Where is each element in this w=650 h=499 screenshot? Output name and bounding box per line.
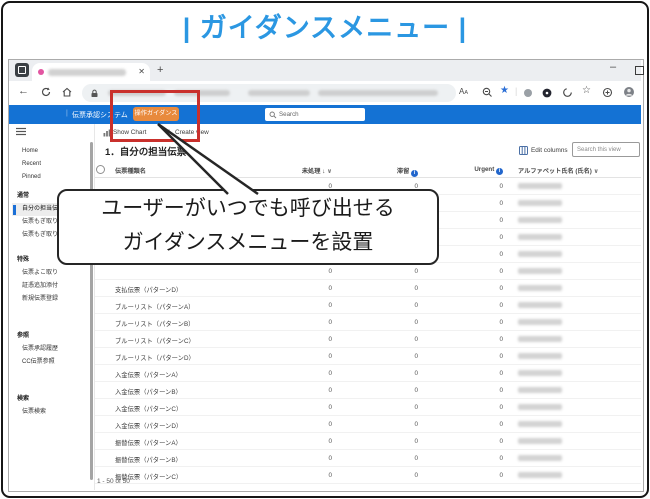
table-row[interactable]: 入金伝票（パターンC） 0 0 0 bbox=[95, 399, 641, 416]
navbar-separator: | bbox=[66, 110, 68, 117]
sidebar-item[interactable]: 新規伝票登録 bbox=[12, 293, 90, 306]
url-blurred bbox=[318, 90, 438, 96]
sidebar-item[interactable]: 参照 bbox=[12, 330, 90, 343]
callout-bubble: ユーザーがいつでも呼び出せる ガイダンスメニューを設置 bbox=[57, 189, 439, 265]
table-row[interactable]: 支払伝票（パターンD） 0 0 0 bbox=[95, 280, 641, 297]
browser-tab[interactable]: ✕ bbox=[32, 63, 150, 81]
name-blurred bbox=[518, 251, 562, 257]
table-row[interactable]: ブルーリスト（パターンA） 0 0 0 bbox=[95, 297, 641, 314]
sort-desc-icon: ↓ bbox=[322, 168, 326, 175]
table-row[interactable]: 振替伝票（パターンA） 0 0 0 bbox=[95, 433, 641, 450]
info-icon: i bbox=[496, 168, 503, 175]
toolbar-separator: | bbox=[515, 86, 518, 96]
name-blurred bbox=[518, 370, 562, 376]
screenshot-stage: | ガイダンスメニュー | ✕ + – ← AA ★ | ☆ | 伝票承認システ… bbox=[0, 0, 650, 499]
name-blurred bbox=[518, 336, 562, 342]
new-tab-icon[interactable]: + bbox=[157, 64, 163, 76]
table-row[interactable]: ブルーリスト（パターンD） 0 0 0 bbox=[95, 348, 641, 365]
select-all-checkbox[interactable] bbox=[96, 165, 105, 174]
info-icon: i bbox=[411, 170, 418, 177]
tab-title-blurred bbox=[48, 68, 126, 76]
table-row[interactable]: 振替伝票（パターンC） 0 0 0 bbox=[95, 467, 641, 484]
name-blurred bbox=[518, 472, 562, 478]
name-blurred bbox=[518, 438, 562, 444]
table-row[interactable]: 入金伝票（パターンA） 0 0 0 bbox=[95, 365, 641, 382]
sidebar-item[interactable]: Pinned bbox=[12, 171, 90, 184]
name-blurred bbox=[518, 387, 562, 393]
column-header-stagnation[interactable]: 滞留 i bbox=[370, 166, 418, 177]
minimize-icon[interactable]: – bbox=[610, 61, 616, 73]
callout-line2: ガイダンスメニューを設置 bbox=[122, 231, 374, 254]
sidebar-item[interactable]: CC伝票参照 bbox=[12, 356, 90, 369]
column-header-name[interactable]: アルファベット氏名 (氏名) ∨ bbox=[518, 166, 599, 175]
lock-icon bbox=[91, 89, 98, 97]
text-size-icon[interactable]: AA bbox=[459, 87, 468, 96]
name-blurred bbox=[518, 200, 562, 206]
browser-essentials-icon[interactable] bbox=[602, 87, 613, 98]
column-header-urgent[interactable]: Urgent i bbox=[455, 166, 503, 175]
extension-icon[interactable] bbox=[523, 88, 533, 98]
browser-logo-icon[interactable] bbox=[15, 63, 29, 77]
pagination-status: 1 - 50 of 50 bbox=[97, 478, 130, 485]
sidebar-item[interactable]: Home bbox=[12, 145, 90, 158]
tab-close-icon[interactable]: ✕ bbox=[138, 67, 145, 76]
name-blurred bbox=[518, 353, 562, 359]
name-blurred bbox=[518, 217, 562, 223]
sidebar-item[interactable]: 伝票検索 bbox=[12, 406, 90, 419]
name-blurred bbox=[518, 455, 562, 461]
dark-extension-icon[interactable] bbox=[542, 88, 552, 98]
sidebar-item[interactable]: 伝票承認履歴 bbox=[12, 343, 90, 356]
tab-favicon bbox=[38, 69, 44, 75]
edit-columns-button[interactable]: Edit columns bbox=[531, 147, 568, 154]
hamburger-menu-icon[interactable] bbox=[16, 127, 26, 136]
sidebar-item[interactable]: 証憑追加添付 bbox=[12, 280, 90, 293]
name-blurred bbox=[518, 285, 562, 291]
name-blurred bbox=[518, 404, 562, 410]
chevron-down-icon: ∨ bbox=[326, 168, 332, 175]
reload-icon[interactable] bbox=[40, 86, 52, 98]
name-blurred bbox=[518, 234, 562, 240]
navbar-search-input[interactable]: Search bbox=[265, 108, 365, 121]
restore-window-icon[interactable] bbox=[635, 66, 644, 75]
sidebar-item[interactable]: 伝票よこ取り bbox=[12, 267, 90, 280]
zoom-out-icon[interactable] bbox=[482, 87, 493, 98]
table-row[interactable]: 入金伝票（パターンB） 0 0 0 bbox=[95, 382, 641, 399]
sidebar-nav: Home Recent Pinned 通常 自分の担当伝票 伝票もぎ取り 伝票も… bbox=[12, 145, 90, 419]
table-row[interactable]: 振替伝票（パターンB） 0 0 0 bbox=[95, 450, 641, 467]
name-blurred bbox=[518, 268, 562, 274]
sidebar-item[interactable]: Recent bbox=[12, 158, 90, 171]
back-icon[interactable]: ← bbox=[18, 85, 29, 97]
tracking-prevention-icon[interactable] bbox=[562, 87, 573, 98]
callout-tail bbox=[157, 122, 259, 196]
collections-star-icon[interactable]: ☆ bbox=[582, 85, 591, 96]
name-blurred bbox=[518, 319, 562, 325]
edit-columns-icon bbox=[519, 146, 528, 155]
url-blurred bbox=[248, 90, 310, 96]
name-blurred bbox=[518, 421, 562, 427]
table-row[interactable]: ブルーリスト（パターンB） 0 0 0 bbox=[95, 314, 641, 331]
search-icon bbox=[269, 111, 277, 119]
table-row[interactable]: 0 0 0 bbox=[95, 263, 641, 280]
chevron-down-icon: ∨ bbox=[593, 168, 599, 175]
profile-avatar[interactable] bbox=[623, 86, 635, 98]
favorites-star-icon[interactable]: ★ bbox=[500, 85, 509, 96]
table-row[interactable]: 入金伝票（パターンD） 0 0 0 bbox=[95, 416, 641, 433]
page-title: | ガイダンスメニュー | bbox=[182, 13, 468, 43]
name-blurred bbox=[518, 183, 562, 189]
name-blurred bbox=[518, 302, 562, 308]
home-icon[interactable] bbox=[61, 86, 73, 98]
table-row[interactable]: ブルーリスト（パターンC） 0 0 0 bbox=[95, 331, 641, 348]
view-search-input[interactable]: Search this view bbox=[572, 142, 640, 157]
sidebar-item[interactable]: 検索 bbox=[12, 393, 90, 406]
